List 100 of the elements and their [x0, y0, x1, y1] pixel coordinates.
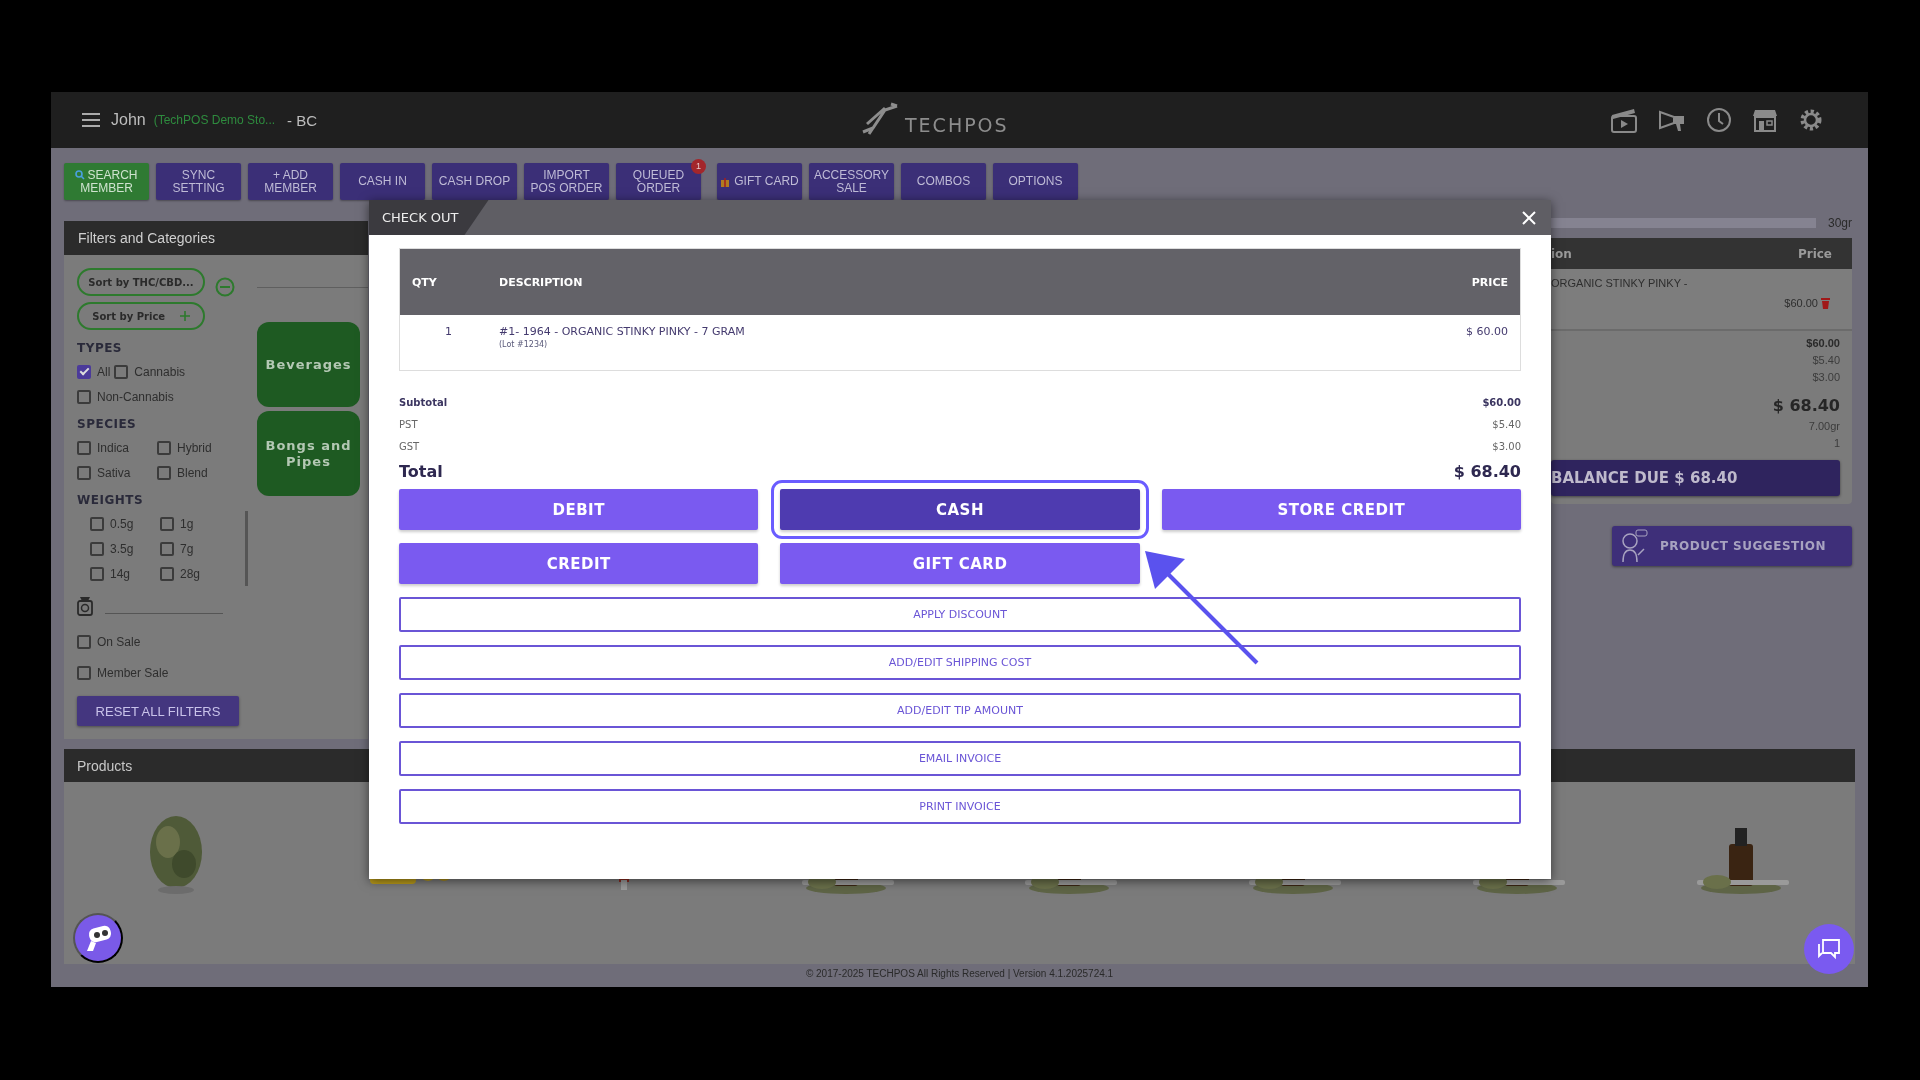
toolbar-button[interactable]: CASH DROP [432, 163, 517, 200]
column-header: PRICE [1333, 248, 1521, 315]
column-header: ion [1551, 246, 1572, 261]
column-header: QTY [399, 248, 498, 315]
total-value: 1 [1833, 437, 1840, 449]
table-cell: 1 [399, 315, 498, 371]
payment-button[interactable]: GIFT CARD [780, 543, 1140, 584]
summary-value: $5.40 [1492, 418, 1521, 430]
total-value: $60.00 [1806, 337, 1840, 349]
user-name: John [111, 111, 146, 129]
total-value: $3.00 [1812, 371, 1840, 383]
checkbox-label: Sativa [97, 465, 131, 480]
payment-button[interactable]: CASH [780, 489, 1140, 530]
panel-title: Filters and Categories [77, 230, 215, 246]
count-badge: 1 [691, 159, 706, 174]
checkbox-label: 28g [180, 566, 201, 581]
summary-label: Subtotal [399, 396, 448, 408]
chat-icon [1817, 938, 1841, 960]
section-heading: WEIGHTS [77, 493, 145, 507]
summary-label: PST [399, 418, 418, 430]
total-value: $5.40 [1812, 354, 1840, 366]
item-description: #1- 1964 - ORGANIC STINKY PINKY - 7 GRAM [499, 325, 746, 338]
checkbox[interactable] [77, 634, 91, 649]
item-description: ORGANIC STINKY PINKY - [1551, 277, 1688, 291]
total-value: $ 68.40 [1772, 396, 1840, 415]
checkbox[interactable] [160, 541, 174, 556]
reset-filters-button[interactable]: RESET ALL FILTERS [77, 696, 239, 726]
checkbox-label: 14g [110, 566, 131, 581]
store-name: (TechPOS Demo Sto... [153, 113, 276, 127]
checkbox[interactable] [160, 566, 174, 581]
section-title: Products [76, 757, 133, 774]
summary-value: $60.00 [1482, 396, 1521, 408]
checkbox[interactable] [77, 364, 91, 379]
checkbox[interactable] [77, 665, 91, 680]
checkbox-label: Cannabis [134, 364, 186, 379]
checkbox[interactable] [90, 541, 104, 556]
copyright-text: © 2017-2025 TECHPOS All Rights Reserved | Version 4.1.2025724.1 [804, 968, 1115, 979]
checkbox-label: Non-Cannabis [97, 389, 174, 404]
store-icon[interactable] [1752, 107, 1778, 133]
checkbox[interactable] [90, 516, 104, 531]
action-button[interactable]: ADD/EDIT TIP AMOUNT [399, 693, 1521, 728]
plus-icon [179, 311, 190, 321]
checkbox-label: All [97, 364, 111, 379]
summary-value: $3.00 [1492, 440, 1521, 452]
product-suggestion-button[interactable]: PRODUCT SUGGESTION [1612, 526, 1852, 566]
action-button[interactable]: ADD/EDIT SHIPPING COST [399, 645, 1521, 680]
toolbar-button[interactable]: COMBOS [901, 163, 986, 200]
menu-icon[interactable] [81, 112, 101, 128]
action-button[interactable]: APPLY DISCOUNT [399, 597, 1521, 632]
lot-number: (Lot #1234) [499, 340, 549, 349]
sort-button[interactable]: Sort by Price [77, 302, 205, 330]
checkbox-label: Hybrid [177, 440, 212, 455]
payment-button[interactable]: CREDIT [399, 543, 759, 584]
checkbox-label: Member Sale [97, 665, 169, 680]
gift-icon [720, 176, 731, 187]
toolbar-button[interactable]: CASH IN [340, 163, 425, 200]
settings-icon[interactable] [1798, 107, 1824, 133]
toolbar-button[interactable]: SYNC SETTING [156, 163, 241, 200]
checkbox-label: On Sale [97, 634, 141, 649]
checkbox[interactable] [157, 440, 171, 455]
toolbar-button[interactable]: SEARCH MEMBER [64, 163, 149, 200]
checkbox-label: Blend [177, 465, 208, 480]
toolbar-button[interactable]: ACCESSORY SALE [809, 163, 894, 200]
gift-card-button[interactable]: GIFT CARD [717, 163, 802, 200]
column-header: Price [1797, 246, 1832, 261]
checkbox-label: 0.5g [110, 516, 134, 531]
section-heading: TYPES [77, 341, 123, 355]
table-cell: $ 60.00 [1333, 315, 1521, 371]
search-icon [75, 170, 86, 180]
checkbox-label: 1g [180, 516, 194, 531]
checkbox[interactable] [160, 516, 174, 531]
close-button[interactable] [1521, 209, 1537, 226]
checkbox-label: 7g [180, 541, 194, 556]
toolbar-button[interactable]: OPTIONS [993, 163, 1078, 200]
balance-due-button[interactable]: BALANCE DUE $ 68.40 [1551, 460, 1840, 496]
checkbox[interactable] [77, 440, 91, 455]
toolbar-button[interactable]: + ADD MEMBER [248, 163, 333, 200]
column-header: DESCRIPTION [498, 248, 1334, 315]
scale-icon [77, 596, 93, 616]
checkbox[interactable] [90, 566, 104, 581]
checkbox[interactable] [77, 465, 91, 480]
summary-label: Total [399, 461, 443, 481]
category-tile[interactable]: Beverages [257, 322, 360, 407]
clapperboard-icon[interactable] [1610, 106, 1638, 134]
sort-button[interactable]: Sort by THC/CBD... [77, 268, 205, 296]
trash-icon[interactable] [1821, 297, 1830, 309]
weight-limit: 30gr [1827, 216, 1852, 230]
action-button[interactable]: PRINT INVOICE [399, 789, 1521, 824]
checkbox[interactable] [77, 389, 91, 404]
action-button[interactable]: EMAIL INVOICE [399, 741, 1521, 776]
checkbox[interactable] [157, 465, 171, 480]
toolbar-button[interactable]: IMPORT POS ORDER [524, 163, 609, 200]
checkbox[interactable] [114, 364, 129, 379]
checkbox-label: 3.5g [110, 541, 134, 556]
modal-title: CHECK OUT [382, 210, 459, 225]
clock-icon[interactable] [1706, 107, 1732, 133]
payment-button[interactable]: STORE CREDIT [1161, 489, 1521, 530]
category-tile[interactable]: Bongs and Pipes [257, 411, 360, 496]
payment-button[interactable]: DEBIT [399, 489, 759, 530]
section-heading: SPECIES [77, 417, 138, 431]
